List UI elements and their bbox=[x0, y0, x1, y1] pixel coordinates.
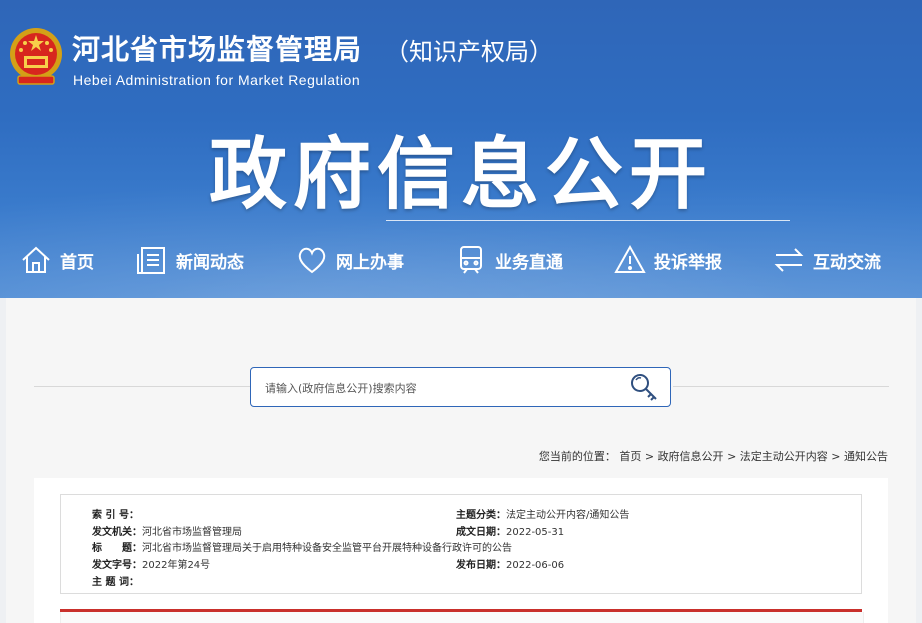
search-divider-right bbox=[673, 386, 889, 387]
info-index: 索 引 号： bbox=[92, 506, 139, 521]
breadcrumb-separator: > bbox=[831, 450, 841, 463]
info-keywords: 主 题 词： bbox=[92, 573, 139, 588]
article-body-top bbox=[60, 612, 864, 623]
nav-label: 互动交流 bbox=[813, 252, 881, 273]
search-icon[interactable] bbox=[628, 372, 660, 402]
nav-label: 网上办事 bbox=[336, 252, 404, 273]
created-value: 2022-05-31 bbox=[506, 527, 565, 538]
nav-label: 新闻动态 bbox=[176, 252, 244, 273]
site-title-en: Hebei Administration for Market Regulati… bbox=[73, 72, 361, 88]
nav-item-online-service[interactable]: 网上办事 bbox=[296, 240, 404, 280]
site-title[interactable]: 河北省市场监督管理局 bbox=[72, 28, 362, 68]
search-divider-left bbox=[34, 386, 250, 387]
breadcrumb-gov-info[interactable]: 政府信息公开 bbox=[658, 450, 724, 463]
issuer-label: 发文机关： bbox=[92, 527, 142, 538]
nav-item-interaction[interactable]: 互动交流 bbox=[773, 240, 881, 280]
keywords-label: 主 题 词： bbox=[92, 577, 139, 588]
search-box bbox=[250, 367, 671, 407]
train-icon bbox=[460, 246, 482, 274]
info-category: 主题分类：法定主动公开内容/通知公告 bbox=[456, 506, 629, 521]
breadcrumb-notices[interactable]: 通知公告 bbox=[844, 450, 888, 463]
title-value: 河北省市场监督管理局关于启用特种设备安全监管平台开展特种设备行政许可的公告 bbox=[142, 543, 512, 554]
breadcrumb-home[interactable]: 首页 bbox=[619, 450, 641, 463]
nav-label: 投诉举报 bbox=[654, 252, 722, 273]
national-emblem-icon bbox=[10, 28, 62, 85]
nav-item-home[interactable]: 首页 bbox=[20, 240, 94, 280]
banner-title: 政府信息公开 bbox=[208, 130, 713, 220]
main-nav: 首页 新闻动态 网上办事 业务直通 投诉举报 互动交流 bbox=[0, 240, 922, 280]
document-list-icon bbox=[137, 247, 165, 274]
breadcrumb-separator: > bbox=[644, 450, 655, 463]
swap-arrows-icon bbox=[774, 248, 804, 272]
info-issuer: 发文机关：河北省市场监督管理局 bbox=[92, 523, 242, 538]
docno-label: 发文字号： bbox=[92, 560, 142, 571]
nav-label: 业务直通 bbox=[495, 252, 563, 273]
index-label: 索 引 号： bbox=[92, 510, 139, 521]
info-created: 成文日期：2022-05-31 bbox=[456, 523, 564, 538]
title-divider bbox=[386, 220, 790, 221]
info-title: 标 题：河北省市场监督管理局关于启用特种设备安全监管平台开展特种设备行政许可的公… bbox=[92, 539, 512, 554]
created-label: 成文日期： bbox=[456, 527, 506, 538]
info-docno: 发文字号：2022年第24号 bbox=[92, 556, 210, 571]
nav-item-complaint[interactable]: 投诉举报 bbox=[614, 240, 722, 280]
info-published: 发布日期：2022-06-06 bbox=[456, 556, 564, 571]
issuer-value: 河北省市场监督管理局 bbox=[142, 527, 242, 538]
breadcrumb-separator: > bbox=[727, 450, 737, 463]
search-input[interactable] bbox=[263, 377, 617, 399]
published-label: 发布日期： bbox=[456, 560, 506, 571]
published-value: 2022-06-06 bbox=[506, 560, 565, 571]
category-label: 主题分类： bbox=[456, 510, 506, 521]
site-subtitle: （知识产权局） bbox=[385, 38, 553, 66]
header-banner: 河北省市场监督管理局 （知识产权局） Hebei Administration … bbox=[0, 0, 922, 298]
breadcrumb: 您当前的位置： 首页 > 政府信息公开 > 法定主动公开内容 > 通知公告 bbox=[539, 448, 888, 464]
nav-label: 首页 bbox=[60, 252, 94, 273]
breadcrumb-prefix: 您当前的位置： bbox=[538, 450, 616, 463]
heart-icon bbox=[298, 247, 326, 274]
home-icon bbox=[22, 246, 50, 273]
nav-item-business[interactable]: 业务直通 bbox=[455, 240, 563, 280]
breadcrumb-statutory[interactable]: 法定主动公开内容 bbox=[740, 450, 828, 463]
title-label: 标 题： bbox=[92, 543, 142, 554]
docno-value: 2022年第24号 bbox=[142, 560, 211, 571]
warning-icon bbox=[614, 244, 646, 273]
category-value: 法定主动公开内容/通知公告 bbox=[506, 510, 630, 521]
nav-item-news[interactable]: 新闻动态 bbox=[136, 240, 244, 280]
